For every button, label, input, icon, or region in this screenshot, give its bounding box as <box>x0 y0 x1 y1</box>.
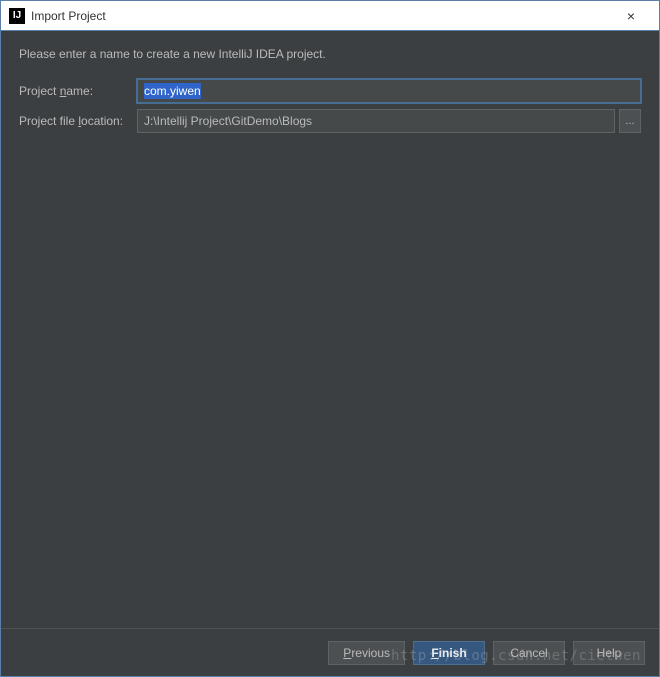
project-name-input[interactable]: com.yiwen <box>137 79 641 103</box>
help-button[interactable]: Help <box>573 641 645 665</box>
cancel-button[interactable]: Cancel <box>493 641 565 665</box>
project-name-label: Project name: <box>19 84 137 98</box>
import-project-window: IJ Import Project × Please enter a name … <box>0 0 660 677</box>
finish-button[interactable]: Finish <box>413 641 485 665</box>
titlebar: IJ Import Project × <box>1 1 659 31</box>
content-area: Please enter a name to create a new Inte… <box>1 31 659 676</box>
project-location-label: Project file location: <box>19 114 137 128</box>
window-title: Import Project <box>31 9 611 23</box>
project-location-input[interactable] <box>137 109 615 133</box>
project-name-value: com.yiwen <box>144 83 201 99</box>
app-icon: IJ <box>9 8 25 24</box>
button-bar: Previous Finish Cancel Help <box>1 628 659 676</box>
previous-button[interactable]: Previous <box>328 641 405 665</box>
close-button[interactable]: × <box>611 2 651 30</box>
browse-button[interactable]: ... <box>619 109 641 133</box>
project-location-row: Project file location: ... <box>19 109 641 133</box>
instruction-text: Please enter a name to create a new Inte… <box>19 47 641 61</box>
project-name-row: Project name: com.yiwen <box>19 79 641 103</box>
project-location-input-wrap: ... <box>137 109 641 133</box>
